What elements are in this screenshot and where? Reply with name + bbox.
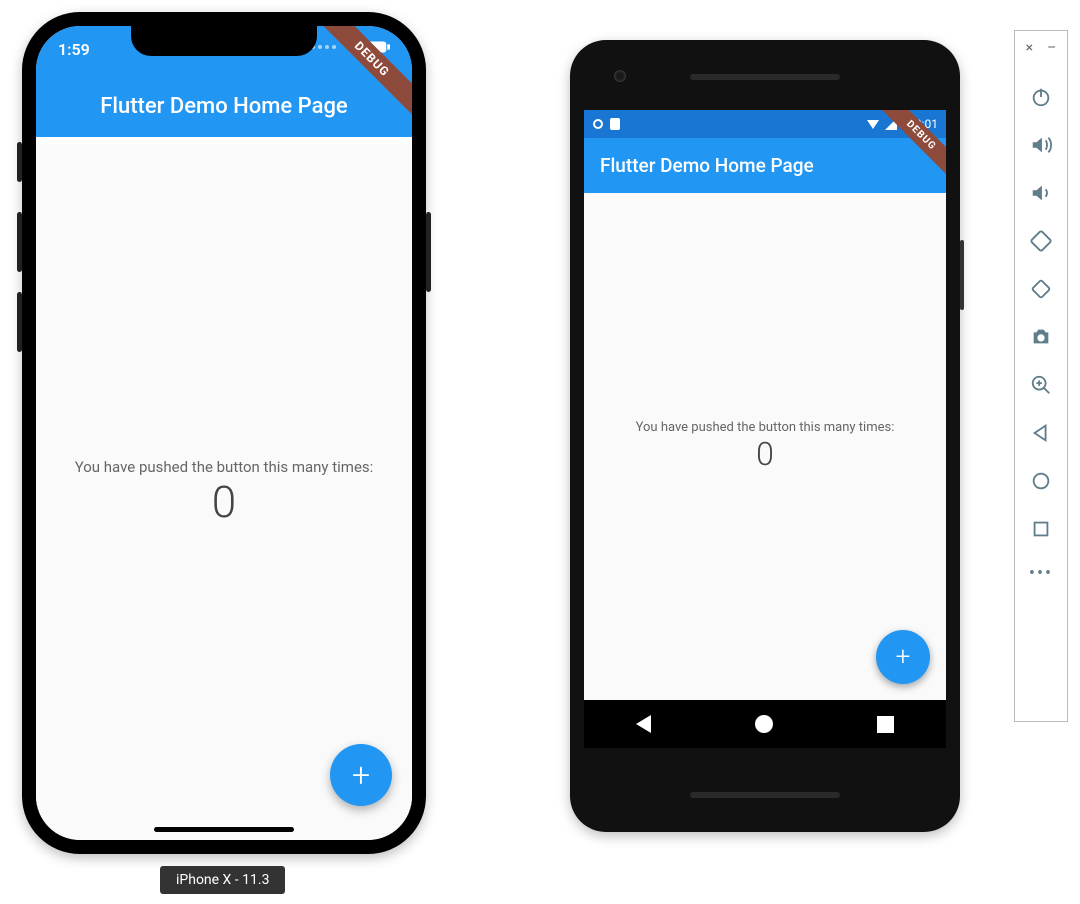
emu-close-button[interactable]: × (1026, 41, 1033, 55)
power-icon (1030, 86, 1052, 108)
simulator-device-caption: iPhone X - 11.3 (160, 866, 285, 894)
iphone-status-icons (311, 40, 390, 54)
android-speaker-bottom (690, 792, 840, 798)
iphone-volume-up (17, 212, 22, 272)
home-indicator[interactable] (154, 827, 294, 832)
android-status-bar: 2:01 (584, 110, 946, 138)
android-nav-bar (584, 700, 946, 748)
rotate-left-icon (1030, 230, 1052, 252)
circle-home-icon (1030, 470, 1052, 492)
iphone-appbar: Flutter Demo Home Page (36, 90, 412, 137)
emu-power-button[interactable] (1024, 73, 1058, 121)
battery-icon (902, 118, 910, 130)
emu-rotate-right-button[interactable] (1024, 265, 1058, 313)
emu-back-button[interactable] (1024, 409, 1058, 457)
signal-icon (885, 118, 897, 130)
iphone-volume-down (17, 292, 22, 352)
emu-overview-button[interactable] (1024, 505, 1058, 553)
fab-button[interactable]: + (330, 744, 392, 806)
iphone-simulator-frame: DEBUG 1:59 Flutter Demo Home Page You ha… (22, 12, 426, 854)
android-emulator-frame: 2:01 Flutter Demo Home Page DEBUG You ha… (570, 40, 960, 832)
counter-value: 0 (212, 478, 236, 526)
android-appbar: Flutter Demo Home Page DEBUG (584, 138, 946, 193)
camera-icon (1030, 326, 1052, 348)
emu-more-button[interactable]: ••• (1029, 563, 1053, 584)
android-status-time: 2:01 (915, 117, 938, 131)
counter-label: You have pushed the button this many tim… (75, 458, 374, 476)
iphone-status-time: 1:59 (58, 40, 90, 59)
battery-icon (366, 41, 390, 53)
android-back-button[interactable] (636, 715, 651, 733)
emu-rotate-left-button[interactable] (1024, 217, 1058, 265)
plus-icon: + (352, 756, 370, 794)
iphone-screen: DEBUG 1:59 Flutter Demo Home Page You ha… (36, 26, 412, 840)
fab-button[interactable]: + (876, 630, 930, 684)
emu-volume-up-button[interactable] (1024, 121, 1058, 169)
iphone-side-button (426, 212, 431, 292)
wifi-icon (866, 118, 880, 130)
sim-icon (610, 118, 620, 130)
square-overview-icon (1030, 518, 1052, 540)
android-speaker-top (690, 74, 840, 80)
emu-screenshot-button[interactable] (1024, 313, 1058, 361)
triangle-back-icon (1030, 422, 1052, 444)
android-front-camera (614, 70, 626, 82)
circle-notification-icon (592, 118, 604, 130)
wifi-icon (342, 40, 360, 54)
emulator-sidebar: × – ••• (1014, 30, 1068, 722)
iphone-body: You have pushed the button this many tim… (36, 144, 412, 840)
android-screen: 2:01 Flutter Demo Home Page DEBUG You ha… (584, 110, 946, 748)
emu-home-button[interactable] (1024, 457, 1058, 505)
android-recents-button[interactable] (877, 716, 894, 733)
android-body: You have pushed the button this many tim… (584, 193, 946, 700)
counter-label: You have pushed the button this many tim… (636, 420, 895, 435)
android-power-button (960, 240, 964, 310)
zoom-in-icon (1030, 374, 1052, 396)
rotate-right-icon (1030, 278, 1052, 300)
counter-value: 0 (756, 437, 774, 472)
signal-icon (311, 45, 336, 49)
iphone-notch (131, 26, 317, 56)
emu-zoom-button[interactable] (1024, 361, 1058, 409)
emu-volume-down-button[interactable] (1024, 169, 1058, 217)
android-home-button[interactable] (755, 715, 773, 733)
appbar-title: Flutter Demo Home Page (600, 154, 814, 177)
emu-minimize-button[interactable]: – (1047, 41, 1056, 55)
plus-icon: + (896, 642, 911, 672)
iphone-mute-switch (17, 142, 22, 182)
volume-down-icon (1030, 182, 1052, 204)
volume-up-icon (1030, 134, 1052, 156)
appbar-title: Flutter Demo Home Page (100, 94, 347, 119)
